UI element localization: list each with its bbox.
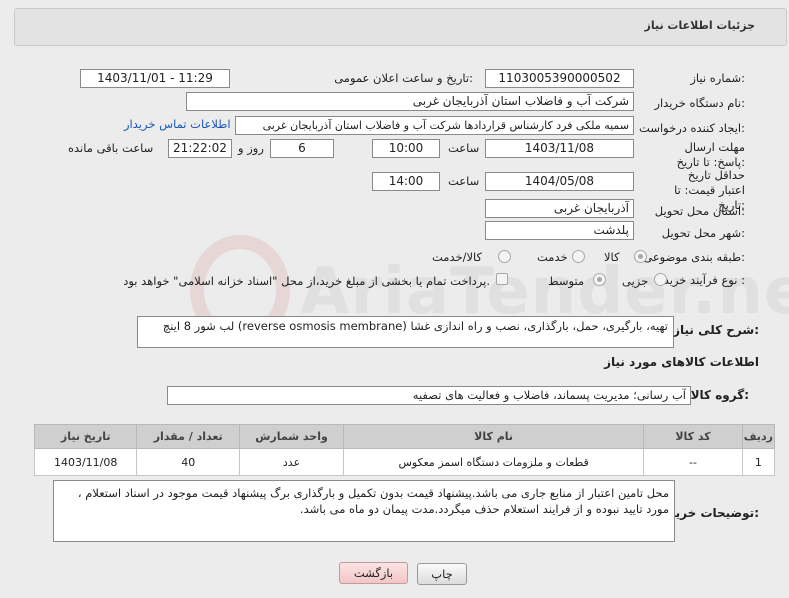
buyer-notes-textarea[interactable]: محل تامین اعتبار از منابع جاری می باشد.پ…	[53, 480, 675, 542]
days-remaining-field: 6	[270, 139, 334, 158]
province-field: آذربایجان غربی	[485, 199, 634, 218]
process-medium-label: متوسط	[548, 274, 585, 288]
price-date-field: 1404/05/08	[485, 172, 634, 191]
treasury-payment-text: پرداخت تمام یا بخشی از مبلغ خرید،از محل …	[123, 274, 490, 288]
reply-time-label: ساعت	[448, 141, 480, 155]
col-row: ردیف	[741, 424, 776, 449]
buyer-org-label: نام دستگاه خریدار:	[654, 96, 745, 110]
price-time-field: 14:00	[372, 172, 440, 191]
announce-field: 1403/11/01 - 11:29	[80, 69, 230, 88]
category-both-label: کالا/خدمت	[432, 250, 483, 264]
goods-section-title: اطلاعات کالاهای مورد نیاز	[604, 355, 759, 369]
cell-row: 1	[741, 448, 776, 476]
buyer-notes-text: محل تامین اعتبار از منابع جاری می باشد.پ…	[77, 486, 669, 516]
category-goods-radio[interactable]	[634, 250, 647, 263]
reply-deadline-label: مهلت ارسال پاسخ: تا تاریخ:	[676, 140, 745, 169]
cell-qty: 40	[136, 448, 241, 476]
need-number-field: 1103005390000502	[485, 69, 634, 88]
goods-group-field: آب رسانی؛ مدیریت پسماند، فاضلاب و فعالیت…	[167, 386, 691, 405]
back-button[interactable]: بازگشت	[339, 562, 408, 584]
goods-table-header: ردیف کد کالا نام کالا واحد شمارش تعداد /…	[33, 424, 776, 449]
category-label: طبقه بندی موضوعی:	[643, 250, 745, 264]
col-code: کد کالا	[643, 424, 743, 449]
city-field: پلدشت	[485, 221, 634, 240]
creator-field: سمیه ملکی فرد کارشناس قراردادها شرکت آب …	[235, 116, 634, 135]
buyer-contact-link[interactable]: اطلاعات تماس خریدار	[124, 117, 231, 131]
goods-group-label: گروه کالا:	[690, 388, 749, 402]
table-row: 1 -- قطعات و ملزومات دستگاه اسمز معکوس ع…	[33, 448, 776, 476]
process-minor-radio[interactable]	[654, 273, 667, 286]
print-button[interactable]: چاپ	[417, 563, 467, 585]
category-service-label: خدمت	[537, 250, 568, 264]
col-name: نام کالا	[342, 424, 645, 449]
process-label: نوع فرآیند خرید :	[663, 273, 745, 287]
buyer-org-field: شرکت آب و فاضلاب استان آذربایجان غربی	[186, 92, 634, 111]
days-label: روز و	[238, 141, 264, 155]
cell-date: 1403/11/08	[33, 448, 138, 476]
process-minor-label: جزیی	[622, 274, 649, 288]
description-textarea[interactable]: تهیه، بارگیری، حمل، بارگذاری، نصب و راه …	[137, 316, 674, 348]
treasury-payment-checkbox[interactable]	[496, 273, 508, 285]
cell-name: قطعات و ملزومات دستگاه اسمز معکوس	[342, 448, 645, 476]
city-label: شهر محل تحویل:	[661, 226, 745, 240]
reply-time-field: 10:00	[372, 139, 440, 158]
page-title: جزئیات اطلاعات نیاز	[644, 19, 756, 32]
category-service-radio[interactable]	[572, 250, 585, 263]
province-label: استان محل تحویل:	[654, 204, 745, 218]
description-text: تهیه، بارگیری، حمل، بارگذاری، نصب و راه …	[162, 319, 668, 333]
remaining-time-label: ساعت باقی مانده	[68, 141, 154, 155]
category-goods-label: کالا	[604, 250, 620, 264]
cell-code: --	[643, 448, 743, 476]
category-both-radio[interactable]	[498, 250, 511, 263]
process-medium-radio[interactable]	[593, 273, 606, 286]
cell-unit: عدد	[239, 448, 344, 476]
description-label: شرح کلی نیاز:	[673, 323, 759, 337]
creator-label: ایجاد کننده درخواست:	[639, 121, 745, 135]
col-qty: تعداد / مقدار	[136, 424, 241, 449]
col-date: تاریخ نیاز	[33, 424, 138, 449]
goods-table: ردیف کد کالا نام کالا واحد شمارش تعداد /…	[33, 424, 776, 476]
price-time-label: ساعت	[448, 174, 480, 188]
announce-label: تاریخ و ساعت اعلان عمومی:	[334, 71, 473, 85]
reply-date-field: 1403/11/08	[485, 139, 634, 158]
remaining-time-field: 21:22:02	[168, 139, 232, 158]
col-unit: واحد شمارش	[239, 424, 344, 449]
need-number-label: شماره نیاز:	[690, 71, 745, 85]
